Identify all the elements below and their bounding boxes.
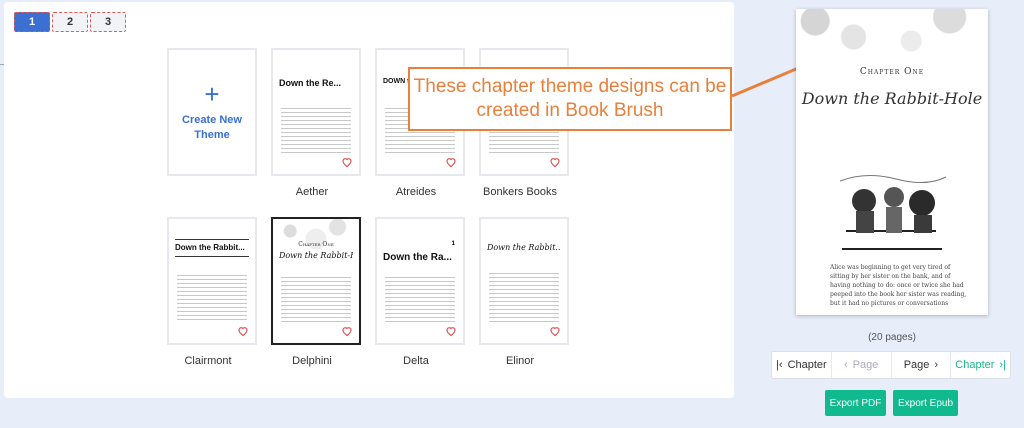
theme-thumb-title: Down the Rabbit...: [175, 243, 245, 252]
theme-name-atreides: Atreides: [395, 186, 437, 198]
theme-card-delphini[interactable]: Chapter One Down the Rabbit-Hole: [271, 217, 361, 345]
heart-icon[interactable]: [549, 325, 561, 337]
theme-thumb-text: [281, 108, 351, 156]
double-chevron-right-icon: ›|: [999, 359, 1006, 371]
theme-pagination: 1 2 3: [14, 12, 126, 32]
theme-thumb-title: Down the Re...: [279, 78, 342, 88]
preview-chapter-title: Down the Rabbit-Hole: [801, 89, 983, 108]
preview-chapter-label: Chapter One: [859, 67, 925, 77]
theme-name-delphini: Delphini: [292, 355, 332, 367]
plus-icon: +: [204, 78, 220, 109]
previous-page-label: Page: [852, 359, 879, 371]
theme-name-elinor: Elinor: [505, 355, 535, 367]
theme-thumb-title: Down the Rabbit-Hole: [279, 251, 353, 260]
previous-chapter-button[interactable]: |‹ Chapter: [772, 352, 832, 378]
theme-card-clairmont[interactable]: Down the Rabbit...: [167, 217, 257, 345]
heart-icon[interactable]: [341, 156, 353, 168]
theme-thumb-text: [177, 275, 247, 323]
heart-icon[interactable]: [549, 156, 561, 168]
next-page-button[interactable]: Page ›: [892, 352, 952, 378]
chevron-right-icon: ›: [934, 359, 939, 371]
theme-thumb-text: [281, 277, 351, 325]
theme-name-aether: Aether: [295, 186, 329, 198]
create-new-theme-label: Create New Theme: [182, 113, 242, 141]
previous-page-button[interactable]: ‹ Page: [832, 352, 892, 378]
heart-icon[interactable]: [445, 156, 457, 168]
preview-body-text: Alice was beginning to get very tired of…: [830, 264, 967, 307]
theme-thumb-title: Down the Ra...: [383, 252, 452, 263]
page-button-2[interactable]: 2: [52, 12, 88, 32]
next-chapter-label: Chapter: [955, 359, 995, 371]
title-rule: [175, 239, 249, 240]
heart-icon[interactable]: [445, 325, 457, 337]
theme-name-clairmont: Clairmont: [184, 355, 232, 367]
next-chapter-button[interactable]: Chapter ›|: [951, 352, 1010, 378]
theme-thumb-text: [489, 273, 559, 325]
theme-thumb-chapter: Chapter One: [298, 241, 334, 248]
page-button-1[interactable]: 1: [14, 12, 50, 32]
double-chevron-left-icon: |‹: [776, 359, 783, 371]
annotation-callout: These chapter theme designs can be creat…: [408, 67, 732, 131]
title-rule: [175, 256, 249, 257]
chevron-left-icon: ‹: [843, 359, 848, 371]
export-epub-button[interactable]: Export Epub: [893, 390, 958, 416]
theme-thumb-title: Down the Rabbit...: [487, 243, 561, 252]
theme-card-aether[interactable]: Down the Re...: [271, 48, 361, 176]
theme-name-bonkers-books: Bonkers Books: [483, 186, 557, 198]
theme-card-delta[interactable]: 1 Down the Ra...: [375, 217, 465, 345]
preview-navigation: |‹ Chapter ‹ Page Page › Chapter ›|: [771, 351, 1011, 379]
heart-icon[interactable]: [237, 325, 249, 337]
theme-thumb-page-number: 1: [451, 241, 455, 247]
heart-icon[interactable]: [341, 325, 353, 337]
theme-name-delta: Delta: [403, 355, 429, 367]
theme-gallery-panel: 1 2 3 + Create New Theme Down the Re... …: [4, 2, 734, 398]
illustration-image: [836, 171, 948, 253]
export-pdf-button[interactable]: Export PDF: [825, 390, 886, 416]
theme-thumb-text: [385, 277, 455, 325]
chapter-preview: Chapter One Down the Rabbit-Hole Alice w…: [796, 9, 988, 315]
page-button-3[interactable]: 3: [90, 12, 126, 32]
floral-decoration: [796, 9, 988, 89]
theme-card-elinor[interactable]: Down the Rabbit...: [479, 217, 569, 345]
page-count: (20 pages): [868, 332, 916, 343]
next-page-label: Page: [903, 359, 930, 371]
previous-chapter-label: Chapter: [787, 359, 827, 371]
create-new-theme-card[interactable]: + Create New Theme: [167, 48, 257, 176]
